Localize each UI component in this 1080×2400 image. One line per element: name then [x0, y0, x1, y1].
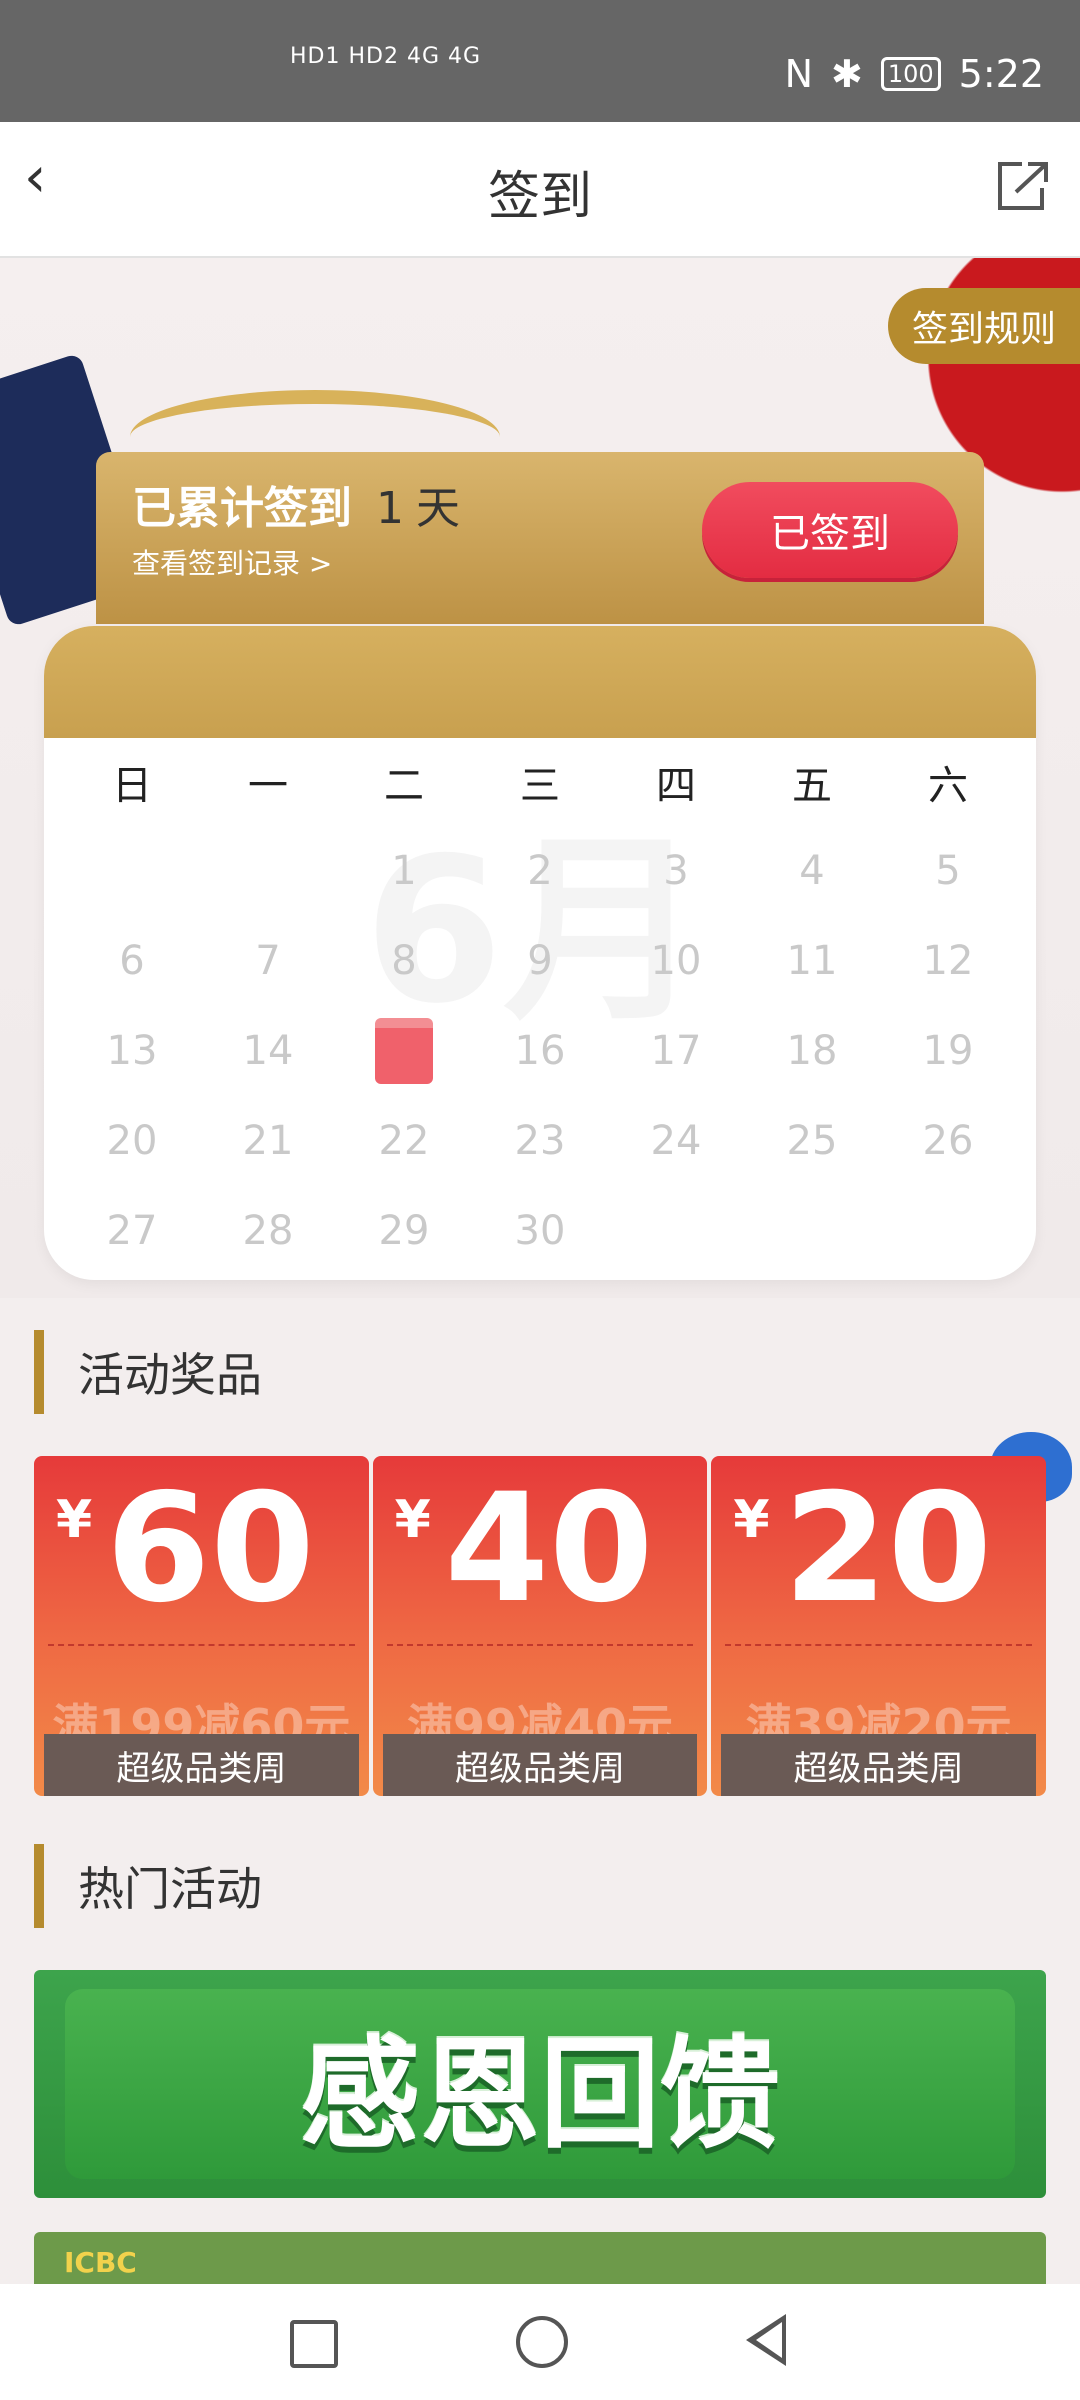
signed-button[interactable]: 已签到 — [702, 482, 958, 578]
signin-summary-card: 已累计签到 1 天 查看签到记录 > 已签到 — [96, 452, 984, 624]
currency-symbol: ¥ — [394, 1490, 431, 1550]
status-time: 5:22 — [958, 52, 1044, 96]
status-right: N ✱ 100 5:22 — [785, 52, 1044, 96]
weekday-label: 二 — [384, 763, 424, 809]
coupon-name: 超级品类周 — [44, 1734, 359, 1796]
calendar-day: 20 — [106, 1118, 158, 1164]
calendar-day: 4 — [799, 848, 825, 894]
icbc-logo: ICBC — [64, 2245, 137, 2279]
weekday-label: 六 — [928, 763, 968, 809]
currency-symbol: ¥ — [733, 1490, 770, 1550]
calendar-week: 27 28 29 30 — [44, 1186, 1036, 1276]
coupon-divider — [386, 1644, 694, 1646]
banner-title: 感恩回馈 — [300, 2026, 780, 2165]
nfc-icon: N — [784, 52, 813, 96]
app-bar: ‹ 签到 — [0, 122, 1080, 258]
calendar-day: 10 — [650, 938, 702, 984]
signin-history-link[interactable]: 查看签到记录 > — [132, 542, 332, 582]
activity-banner[interactable]: ICBC — [34, 2232, 1046, 2292]
activity-banner[interactable]: 感恩回馈 — [34, 1970, 1046, 2198]
prize-coupon[interactable]: ¥ 60 满199减60元 超级品类周 — [34, 1456, 369, 1796]
calendar-day: 25 — [786, 1118, 838, 1164]
calendar-day: 14 — [242, 1028, 294, 1074]
section-title: 活动奖品 — [78, 1348, 262, 1402]
activities-section-header: 热门活动 — [34, 1844, 262, 1928]
page-title: 签到 — [487, 167, 592, 227]
calendar-day: 28 — [242, 1208, 294, 1254]
calendar-day: 5 — [935, 848, 961, 894]
prize-coupon[interactable]: ¥ 40 满99减40元 超级品类周 — [372, 1456, 708, 1796]
calendar-day: 13 — [106, 1028, 158, 1074]
calendar-day: 3 — [663, 848, 689, 894]
calendar-day: 1 — [391, 848, 417, 894]
summary-label: 已累计签到 — [132, 483, 352, 534]
prize-list: ¥ 60 满199减60元 超级品类周 ¥ 40 满99减40元 超级品类周 ¥… — [34, 1456, 1047, 1796]
signal-indicators: HD1 HD2 4G 4G — [290, 44, 482, 69]
coupon-divider — [48, 1644, 355, 1646]
calendar-day: 2 — [527, 848, 553, 894]
currency-symbol: ¥ — [56, 1490, 93, 1550]
calendar-week: 1 2 3 4 5 — [44, 826, 1036, 916]
signin-rules-button[interactable]: 签到规则 — [888, 288, 1080, 364]
prizes-section-header: 活动奖品 — [34, 1330, 262, 1414]
calendar-day: 23 — [514, 1118, 566, 1164]
prize-coupon[interactable]: ¥ 20 满39减20元 超级品类周 — [711, 1456, 1047, 1796]
calendar-day: 9 — [527, 938, 553, 984]
section-title: 热门活动 — [78, 1862, 262, 1916]
calendar-day: 19 — [922, 1028, 974, 1074]
calendar-week: 20 21 22 23 24 25 26 — [44, 1096, 1036, 1186]
calendar-week: 6 7 8 9 10 11 12 — [44, 916, 1036, 1006]
gift-icon — [375, 1018, 433, 1084]
bluetooth-icon: ✱ — [831, 52, 863, 96]
calendar-day: 27 — [106, 1208, 158, 1254]
back-triangle-icon[interactable] — [746, 2314, 786, 2366]
banner-inner: 感恩回馈 — [65, 1989, 1015, 2179]
coupon-amount: 20 — [783, 1462, 993, 1636]
calendar-day: 16 — [514, 1028, 566, 1074]
calendar-day: 8 — [391, 938, 417, 984]
calendar-day: 26 — [922, 1118, 974, 1164]
summary-unit: 天 — [416, 483, 460, 534]
share-icon[interactable] — [992, 158, 1050, 214]
calendar-day: 30 — [514, 1208, 566, 1254]
section-accent-bar — [34, 1844, 44, 1928]
calendar-day: 21 — [242, 1118, 294, 1164]
calendar-day-today[interactable] — [336, 1018, 472, 1084]
weekday-label: 五 — [792, 763, 832, 809]
coupon-name: 超级品类周 — [382, 1734, 698, 1796]
calendar-week: 13 14 16 17 18 19 — [44, 1006, 1036, 1096]
weekday-label: 四 — [656, 763, 696, 809]
coupon-divider — [725, 1644, 1033, 1646]
weekday-row: 日 一 二 三 四 五 六 — [44, 738, 1036, 826]
coupon-amount: 60 — [106, 1462, 315, 1636]
calendar-day: 12 — [922, 938, 974, 984]
calendar-day: 22 — [378, 1118, 430, 1164]
system-nav-bar — [0, 2284, 1080, 2400]
calendar-day: 11 — [786, 938, 838, 984]
coupon-name: 超级品类周 — [721, 1734, 1037, 1796]
signin-calendar: 6月 日 一 二 三 四 五 六 1 2 3 4 5 6 7 8 9 10 11… — [44, 626, 1036, 1280]
coupon-amount: 40 — [444, 1462, 654, 1636]
weekday-label: 三 — [520, 763, 560, 809]
weekday-label: 日 — [112, 763, 152, 809]
status-bar: HD1 HD2 4G 4G N ✱ 100 5:22 — [0, 0, 1080, 122]
calendar-day: 17 — [650, 1028, 702, 1074]
calendar-day: 29 — [378, 1208, 430, 1254]
calendar-header — [44, 626, 1036, 738]
recents-icon[interactable] — [290, 2320, 338, 2368]
calendar-day: 24 — [650, 1118, 702, 1164]
calendar-day: 18 — [786, 1028, 838, 1074]
signin-summary: 已累计签到 1 天 — [132, 472, 460, 536]
section-accent-bar — [34, 1330, 44, 1414]
battery-icon: 100 — [880, 57, 941, 91]
summary-count: 1 — [376, 483, 404, 534]
calendar-day: 7 — [255, 938, 281, 984]
home-icon[interactable] — [516, 2316, 568, 2368]
weekday-label: 一 — [248, 763, 288, 809]
calendar-day: 6 — [119, 938, 145, 984]
